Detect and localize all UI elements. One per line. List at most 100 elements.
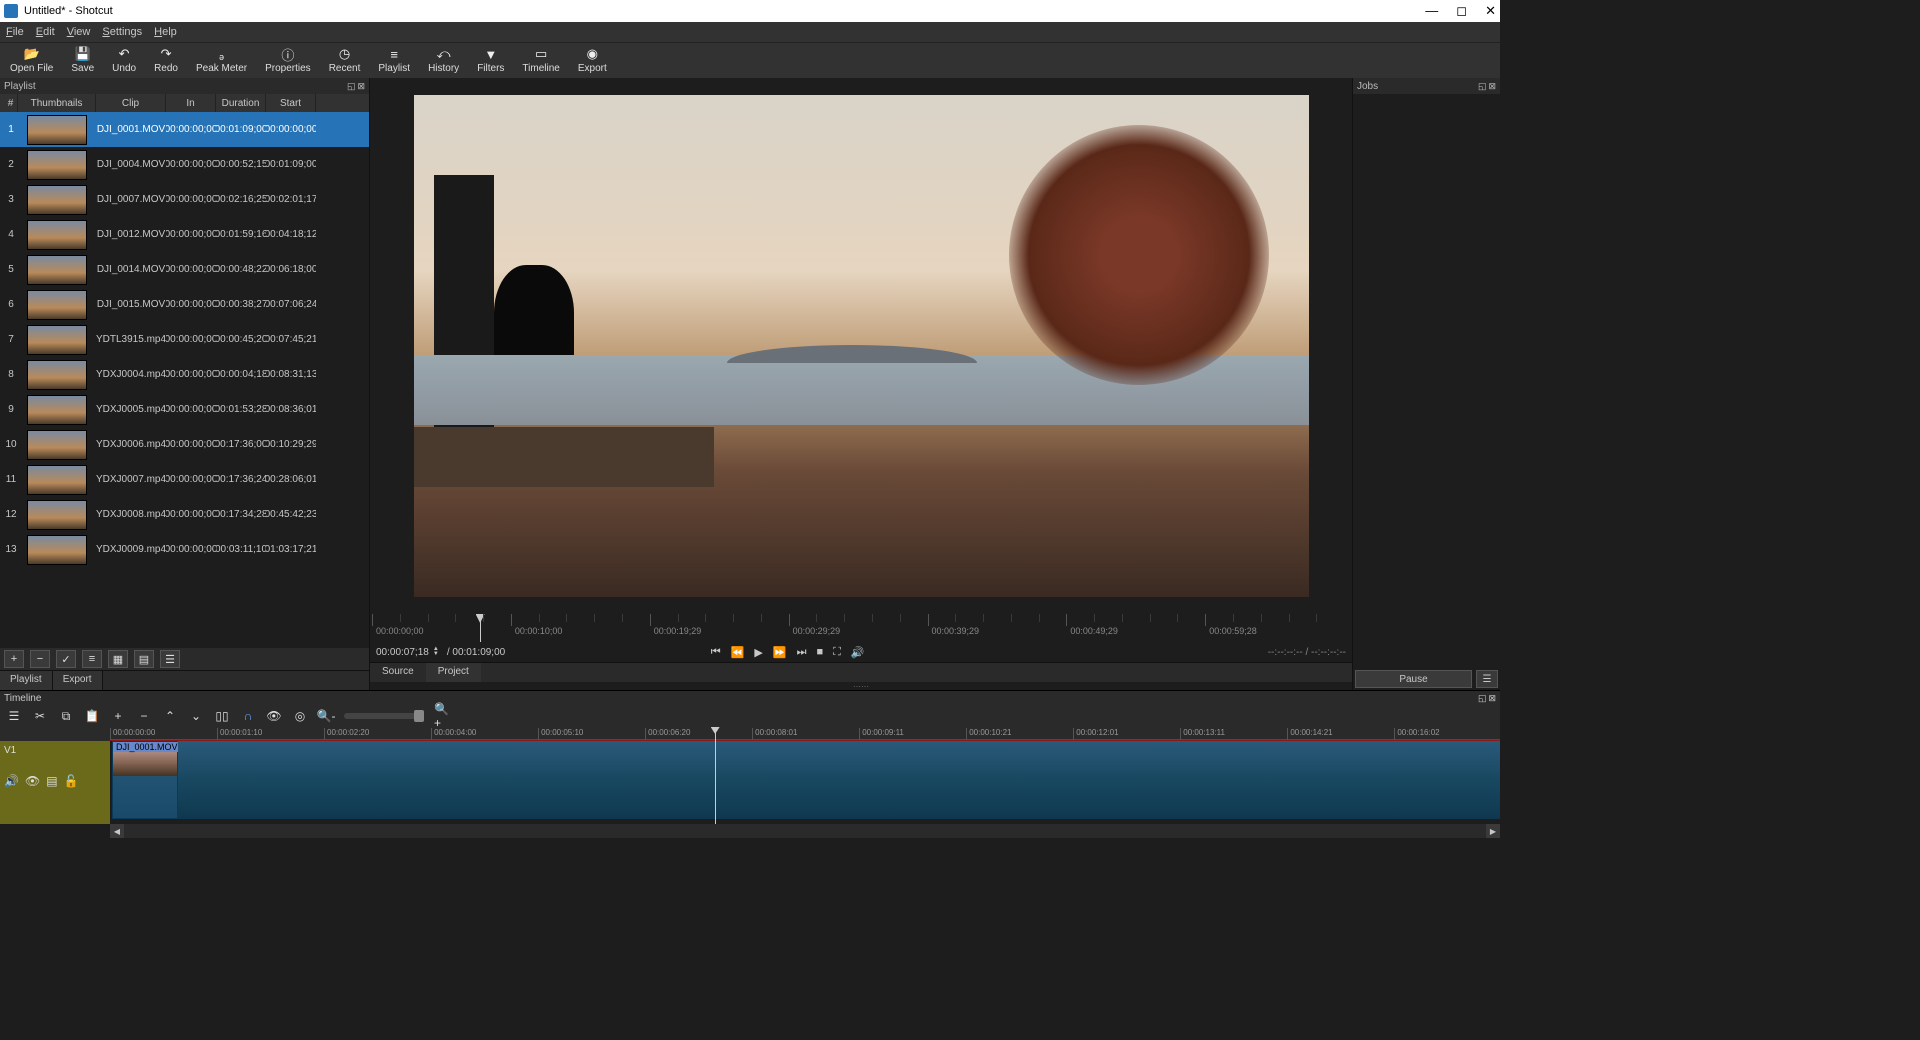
minimize-button[interactable]: —	[1425, 3, 1438, 19]
lift-icon[interactable]: ⌃	[162, 708, 178, 724]
menu-help[interactable]: Help	[154, 26, 177, 38]
snap-icon[interactable]: ∩	[240, 708, 256, 724]
cut-icon[interactable]: ✂	[32, 708, 48, 724]
toolbar-open-file[interactable]: 📂Open File	[6, 47, 57, 74]
close-panel-icon[interactable]: ⊠	[357, 81, 365, 92]
playlist-row[interactable]: 9YDXJ0005.mp400:00:00;0000:01:53;2800:08…	[0, 392, 369, 427]
close-panel-icon[interactable]: ⊠	[1488, 693, 1496, 704]
overwrite-icon[interactable]: ⌄	[188, 708, 204, 724]
playlist-header: # Thumbnails Clip In Duration Start	[0, 94, 369, 112]
jobs-list	[1353, 94, 1500, 668]
timeline-clip[interactable]: DJI_0001.MOV	[112, 741, 178, 819]
toolbar-playlist[interactable]: ≡Playlist	[374, 47, 414, 74]
toolbar-timeline[interactable]: ▭Timeline	[518, 47, 563, 74]
track-label[interactable]: V1	[4, 745, 106, 756]
hide-icon[interactable]: 👁	[25, 774, 40, 788]
timeline-clip-body[interactable]	[178, 741, 1500, 819]
jobs-menu-icon[interactable]: ☰	[1476, 670, 1498, 688]
toolbar-undo[interactable]: ↶Undo	[108, 47, 140, 74]
timeline-tracks[interactable]: 00:00:00:0000:00:01:1000:00:02:2000:00:0…	[110, 727, 1500, 824]
ripple-icon[interactable]: ◎	[292, 708, 308, 724]
menu-file[interactable]: File	[6, 26, 24, 38]
toolbar-export[interactable]: ◉Export	[574, 47, 611, 74]
zoom-out-icon[interactable]: 🔍-	[318, 708, 334, 724]
paste-icon[interactable]: 📋	[84, 708, 100, 724]
playlist-row[interactable]: 13YDXJ0009.mp400:00:00;0000:03:11;1001:0…	[0, 532, 369, 567]
timeline-scrollbar[interactable]: ◀ ▶	[110, 824, 1500, 838]
undock-icon[interactable]: ◱	[347, 81, 356, 92]
playlist-row[interactable]: 1DJI_0001.MOV00:00:00;0000:01:09;0000:00…	[0, 112, 369, 147]
open-file-icon: 📂	[24, 47, 40, 61]
close-button[interactable]: ✕	[1485, 3, 1496, 19]
add-button[interactable]: +	[4, 650, 24, 668]
toolbar-peak-meter[interactable]: ₔPeak Meter	[192, 47, 251, 74]
menu-edit[interactable]: Edit	[36, 26, 55, 38]
composite-icon[interactable]: ▤	[46, 774, 57, 788]
playlist-row[interactable]: 10YDXJ0006.mp400:00:00;0000:17:36;0000:1…	[0, 427, 369, 462]
toolbar-recent[interactable]: ◷Recent	[325, 47, 365, 74]
split-icon[interactable]: ▯▯	[214, 708, 230, 724]
zoom-slider[interactable]	[344, 713, 424, 719]
scroll-left-icon[interactable]: ◀	[110, 824, 124, 838]
tl-menu-icon[interactable]: ☰	[6, 708, 22, 724]
playlist-row[interactable]: 12YDXJ0008.mp400:00:00;0000:17:34;2800:4…	[0, 497, 369, 532]
tab-playlist[interactable]: Playlist	[0, 671, 53, 690]
maximize-button[interactable]: ◻	[1456, 3, 1467, 19]
playlist-row[interactable]: 7YDTL3915.mp400:00:00;0000:00:45;2000:07…	[0, 322, 369, 357]
zoom-in-icon[interactable]: 🔍+	[434, 708, 450, 724]
video-preview[interactable]	[414, 95, 1309, 597]
playlist-row[interactable]: 4DJI_0012.MOV00:00:00;0000:01:59;1600:04…	[0, 217, 369, 252]
inout-display: --:--:--:-- / --:--:--:--	[1268, 647, 1346, 658]
remove-button[interactable]: −	[30, 650, 50, 668]
playlist-row[interactable]: 8YDXJ0004.mp400:00:00;0000:00:04;1800:08…	[0, 357, 369, 392]
lock-icon[interactable]: 🔓	[64, 774, 79, 788]
copy-icon[interactable]: ⧉	[58, 708, 74, 724]
update-button[interactable]: ✓	[56, 650, 76, 668]
scroll-right-icon[interactable]: ▶	[1486, 824, 1500, 838]
toolbar-redo[interactable]: ↷Redo	[150, 47, 182, 74]
playlist-row[interactable]: 11YDXJ0007.mp400:00:00;0000:17:36;2400:2…	[0, 462, 369, 497]
resize-handle-icon[interactable]: ⋯⋯	[370, 682, 1352, 690]
playlist-icon: ≡	[386, 47, 402, 61]
timeline-playhead[interactable]	[715, 727, 716, 824]
play-icon[interactable]: ▶	[754, 646, 762, 659]
stop-icon[interactable]: ■	[816, 646, 823, 659]
delete-icon[interactable]: −	[136, 708, 152, 724]
tab-source[interactable]: Source	[370, 663, 426, 682]
rewind-icon[interactable]: ⏪	[731, 646, 745, 659]
toolbar-history[interactable]: ⤺History	[424, 47, 463, 74]
menu-settings[interactable]: Settings	[102, 26, 142, 38]
redo-icon: ↷	[158, 47, 174, 61]
tab-project[interactable]: Project	[426, 663, 481, 682]
zoom-fit-icon[interactable]: ⛶	[833, 646, 841, 659]
timecode-current[interactable]: 00:00:07;18	[376, 647, 429, 658]
view-icons-icon[interactable]: ▤	[134, 650, 154, 668]
timecode-spinner[interactable]: ▲▼	[433, 647, 443, 657]
playlist-row[interactable]: 6DJI_0015.MOV00:00:00;0000:00:38;2700:07…	[0, 287, 369, 322]
jobs-panel: Jobs ◱⊠ Pause ☰	[1352, 78, 1500, 690]
view-tiles-icon[interactable]: ▦	[108, 650, 128, 668]
preview-scrubber[interactable]: 00:00:00;0000:00:10;0000:00:19;2900:00:2…	[372, 614, 1350, 642]
toolbar-save[interactable]: 💾Save	[67, 47, 98, 74]
undock-icon[interactable]: ◱	[1478, 693, 1487, 704]
toolbar-properties[interactable]: ⓘProperties	[261, 47, 315, 74]
playlist-row[interactable]: 2DJI_0004.MOV00:00:00;0000:00:52;1500:01…	[0, 147, 369, 182]
scrub-icon[interactable]: 👁	[266, 708, 282, 724]
playlist-row[interactable]: 3DJI_0007.MOV00:00:00;0000:02:16;2500:02…	[0, 182, 369, 217]
toolbar-filters[interactable]: ▼Filters	[473, 47, 508, 74]
undock-icon[interactable]: ◱	[1478, 81, 1487, 92]
playlist-row[interactable]: 5DJI_0014.MOV00:00:00;0000:00:48;2200:06…	[0, 252, 369, 287]
skip-next-icon[interactable]: ⏭	[797, 646, 807, 659]
playlist-title: Playlist ◱⊠	[0, 78, 369, 94]
volume-icon[interactable]: 🔊	[851, 646, 865, 659]
menu-icon[interactable]: ☰	[160, 650, 180, 668]
append-icon[interactable]: +	[110, 708, 126, 724]
skip-prev-icon[interactable]: ⏮	[711, 646, 721, 659]
close-panel-icon[interactable]: ⊠	[1488, 81, 1496, 92]
menu-view[interactable]: View	[67, 26, 91, 38]
pause-button[interactable]: Pause	[1355, 670, 1472, 688]
fastfwd-icon[interactable]: ⏩	[773, 646, 787, 659]
tab-export[interactable]: Export	[53, 671, 103, 690]
view-list-icon[interactable]: ≡	[82, 650, 102, 668]
mute-icon[interactable]: 🔊	[4, 774, 19, 788]
